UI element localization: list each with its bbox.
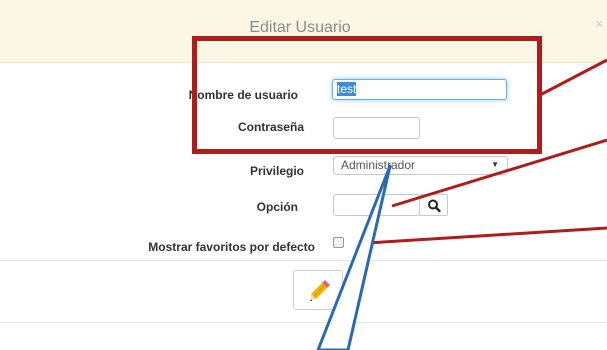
favorites-checkbox[interactable] [333, 237, 344, 248]
option-label: Opción [256, 200, 298, 214]
favorites-label: Mostrar favoritos por defecto [148, 240, 315, 254]
password-input[interactable] [333, 117, 420, 139]
privilege-selected: Administrador [341, 158, 416, 172]
modal-title: Editar Usuario [249, 19, 351, 36]
search-icon [428, 199, 441, 213]
chevron-down-icon: ▼ [491, 160, 499, 169]
search-button[interactable] [419, 194, 448, 216]
username-input[interactable]: test [332, 79, 507, 100]
annotation-line-favorites [367, 226, 607, 245]
username-value: test [337, 82, 357, 96]
form-divider [0, 260, 607, 261]
footer-divider [0, 322, 607, 323]
edit-button[interactable] [293, 270, 343, 310]
option-input[interactable] [333, 194, 420, 216]
username-label: Nombre de usuario [188, 88, 298, 102]
privilege-select[interactable]: Administrador ▼ [333, 156, 508, 175]
password-label: Contraseña [237, 120, 304, 134]
close-icon[interactable]: × [595, 16, 603, 31]
privilege-label: Privilegio [249, 164, 304, 178]
annotation-line-username [539, 58, 607, 97]
pencil-icon [310, 280, 330, 301]
modal-header: Editar Usuario × [0, 0, 607, 63]
